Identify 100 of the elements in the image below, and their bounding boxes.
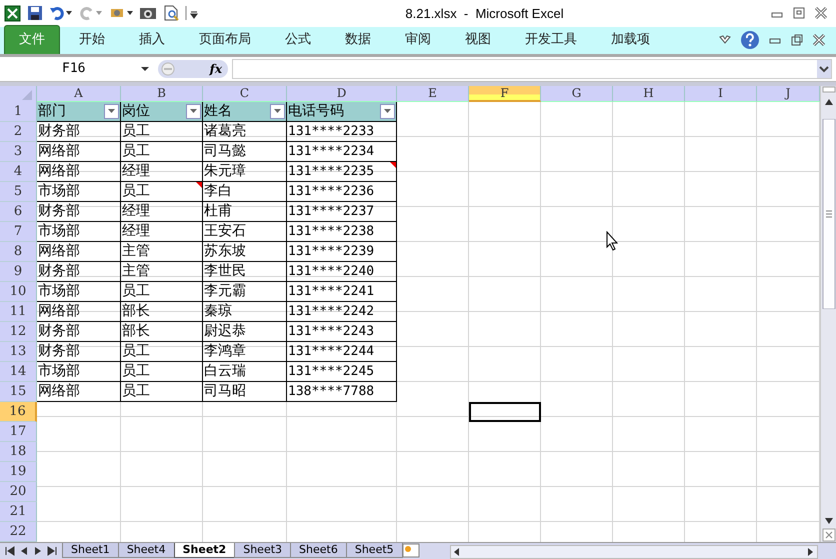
expand-icon[interactable] <box>817 60 831 78</box>
table-cell: 主管 <box>121 262 203 282</box>
row-header[interactable]: 22 <box>0 522 37 542</box>
column-header[interactable]: J <box>757 86 820 102</box>
dropdown-arrow-icon[interactable] <box>140 64 150 73</box>
table-cell: 131****2239 <box>287 242 397 262</box>
ribbon-tab[interactable]: 插入 <box>122 26 182 54</box>
filter-dropdown-button[interactable] <box>104 104 119 119</box>
row-header[interactable]: 10 <box>0 282 37 302</box>
row-header[interactable]: 3 <box>0 142 37 162</box>
row-header[interactable]: 2 <box>0 122 37 142</box>
scroll-thumb-icon[interactable] <box>822 118 836 309</box>
last-sheet-icon[interactable] <box>46 544 58 557</box>
row-header[interactable]: 6 <box>0 202 37 222</box>
ribbon-tab[interactable]: 开发工具 <box>508 26 594 54</box>
table-cell: 财务部 <box>37 322 121 342</box>
filter-dropdown-button[interactable] <box>380 104 395 119</box>
ribbon-tab[interactable]: 数据 <box>328 26 388 54</box>
dropdown-arrow-icon <box>107 108 116 114</box>
sheet-tab[interactable]: Sheet6 <box>290 542 347 558</box>
ribbon-tab[interactable]: 公式 <box>268 26 328 54</box>
table-cell: 131****2236 <box>287 182 397 202</box>
close-icon[interactable] <box>814 6 828 20</box>
row-header[interactable]: 7 <box>0 222 37 242</box>
table-cell: 财务部 <box>37 262 121 282</box>
insert-sheet-icon[interactable] <box>402 542 420 558</box>
row-header[interactable]: 12 <box>0 322 37 342</box>
camera-icon[interactable] <box>139 5 157 22</box>
row-header[interactable]: 1 <box>0 102 37 122</box>
horizontal-scrollbar[interactable] <box>450 544 818 559</box>
sheet-tab[interactable]: Sheet1 <box>62 542 119 558</box>
table-cell: 经理 <box>121 202 203 222</box>
close-icon[interactable] <box>812 33 826 48</box>
redo-icon[interactable] <box>79 5 103 22</box>
table-cell: 员工 <box>121 182 203 202</box>
row-header[interactable]: 19 <box>0 462 37 482</box>
restore-icon[interactable] <box>790 33 804 48</box>
table-cell: 131****2237 <box>287 202 397 222</box>
table-cell: 131****2241 <box>287 282 397 302</box>
table-cell: 尉迟恭 <box>203 322 287 342</box>
insert-function-button[interactable]: fx <box>210 62 222 76</box>
comment-indicator-icon <box>390 162 396 168</box>
vertical-scrollbar[interactable] <box>820 86 836 542</box>
table-cell: 王安石 <box>203 222 287 242</box>
table-cell: 秦琼 <box>203 302 287 322</box>
table-cell: 网络部 <box>37 142 121 162</box>
sheet-tab[interactable]: Sheet3 <box>234 542 292 558</box>
row-header[interactable]: 15 <box>0 382 37 402</box>
row-header[interactable]: 20 <box>0 482 37 502</box>
table-cell: 朱元璋 <box>203 162 287 182</box>
row-header[interactable]: 4 <box>0 162 37 182</box>
maximize-icon[interactable] <box>792 6 806 20</box>
sheet-tab[interactable]: Sheet2 <box>174 542 236 558</box>
table-cell: 131****2243 <box>287 322 397 342</box>
undo-icon[interactable] <box>49 5 73 22</box>
table-cell: 131****2238 <box>287 222 397 242</box>
column-header[interactable]: F <box>469 86 541 102</box>
row-header[interactable]: 13 <box>0 342 37 362</box>
first-sheet-icon[interactable] <box>4 544 16 557</box>
customize-toolbar-icon[interactable] <box>185 5 199 22</box>
ribbon-tab[interactable]: 视图 <box>448 26 508 54</box>
column-header[interactable]: I <box>685 86 757 102</box>
row-header[interactable]: 5 <box>0 182 37 202</box>
window-title: 8.21.xlsx - Microsoft Excel <box>404 6 565 21</box>
table-cell: 员工 <box>121 122 203 142</box>
column-header[interactable]: H <box>613 86 685 102</box>
row-header[interactable]: 8 <box>0 242 37 262</box>
ribbon-tab[interactable]: 加载项 <box>594 26 667 54</box>
filter-dropdown-button[interactable] <box>186 104 201 119</box>
save-icon[interactable] <box>27 5 43 22</box>
formula-input[interactable] <box>232 58 832 79</box>
table-cell: 网络部 <box>37 302 121 322</box>
active-cell[interactable] <box>469 402 541 422</box>
table-cell: 员工 <box>121 142 203 162</box>
split-handle-icon[interactable] <box>822 86 836 93</box>
column-header[interactable]: G <box>541 86 613 102</box>
excel-logo-icon[interactable] <box>4 4 21 22</box>
table-cell: 131****2242 <box>287 302 397 322</box>
column-header[interactable]: C <box>203 86 287 102</box>
table-cell: 131****2240 <box>287 262 397 282</box>
row-header[interactable]: 11 <box>0 302 37 322</box>
filter-dropdown-button[interactable] <box>270 104 285 119</box>
ribbon-tab[interactable]: 审阅 <box>388 26 448 54</box>
row-header[interactable]: 18 <box>0 442 37 462</box>
column-header[interactable]: D <box>287 86 397 102</box>
ribbon-tab[interactable]: 页面布局 <box>182 26 268 54</box>
column-header[interactable]: A <box>37 86 121 102</box>
row-header[interactable]: 16 <box>0 402 37 422</box>
sheet-tab[interactable]: Sheet4 <box>118 542 175 558</box>
print-preview-icon[interactable] <box>163 5 179 22</box>
help-icon[interactable] <box>740 30 760 50</box>
file-tab[interactable]: 文件 <box>4 24 60 54</box>
row-header[interactable]: 14 <box>0 362 37 382</box>
row-header[interactable]: 17 <box>0 422 37 442</box>
row-header[interactable]: 21 <box>0 502 37 522</box>
column-header[interactable]: B <box>121 86 203 102</box>
ribbon-tab[interactable]: 开始 <box>62 26 122 54</box>
sheet-tab[interactable]: Sheet5 <box>346 542 403 558</box>
column-header[interactable]: E <box>397 86 469 102</box>
row-header[interactable]: 9 <box>0 262 37 282</box>
